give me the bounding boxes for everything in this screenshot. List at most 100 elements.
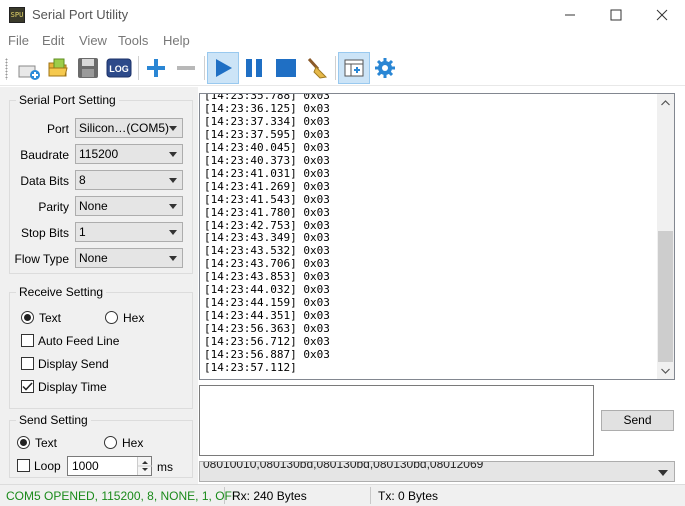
port-label: Port [46,122,69,136]
log-line: [14:23:36.125] 0x03 [204,101,330,115]
baudrate-value: 115200 [79,147,119,161]
send-text-radio[interactable] [17,436,30,449]
stopbits-value: 1 [79,225,86,239]
stepper-buttons[interactable] [137,457,152,475]
send-hex-radio[interactable] [104,436,117,449]
app-logo-icon: SPU [9,7,25,23]
send-input[interactable] [199,385,594,456]
receive-hex-radio[interactable] [105,311,118,324]
scroll-up-icon[interactable] [657,94,674,111]
new-icon [18,65,40,80]
log-line: [14:23:40.045] 0x03 [204,140,330,154]
log-line: [14:23:37.334] 0x03 [204,114,330,128]
port-select[interactable]: Silicon…(COM5) [75,118,183,138]
parity-select[interactable]: None [75,196,183,216]
receive-log-lines: [14:23:35.788] 0x03 [14:23:36.125] 0x03 [1… [204,94,330,375]
settings-panel: Serial Port Setting Port Silicon…(COM5) … [0,87,198,484]
pause-button[interactable] [238,52,270,84]
add-icon [147,59,165,77]
stepper-arrows-icon [138,461,152,471]
flowtype-value: None [79,251,108,265]
connection-status: COM5 OPENED, 115200, 8, NONE, 1, OFF [6,489,240,503]
send-history-value: 08010010,080130bd,080130bd,080130bd,0801… [203,461,484,471]
menu-help[interactable]: Help [163,33,190,48]
log-line: [14:23:41.031] 0x03 [204,166,330,180]
new-button[interactable] [12,52,44,84]
menu-file[interactable]: File [8,33,29,48]
baudrate-label: Baudrate [20,148,69,162]
remove-icon [177,66,195,70]
tx-count: Tx: 0 Bytes [378,489,439,503]
loop-interval-stepper[interactable]: 1000 [67,456,152,476]
save-button[interactable] [72,52,104,84]
log-button[interactable]: LOG [103,52,135,84]
send-button[interactable]: Send [601,410,674,431]
send-history-select[interactable]: 08010010,080130bd,080130bd,080130bd,0801… [199,461,675,482]
status-separator [224,487,225,504]
close-icon [656,9,668,21]
databits-label: Data Bits [20,174,69,188]
checkmark-icon [22,382,33,391]
chevron-down-icon [169,256,177,261]
settings-gear-icon [375,58,395,78]
port-value: Silicon…(COM5) [79,121,170,135]
menu-tools[interactable]: Tools [118,33,148,48]
log-line: [14:23:40.373] 0x03 [204,153,330,167]
layout-button[interactable] [338,52,370,84]
toolbar-grip[interactable] [5,58,8,80]
databits-select[interactable]: 8 [75,170,183,190]
group-title: Serial Port Setting [16,93,119,107]
loop-checkbox[interactable] [17,459,30,472]
log-line: [14:23:41.543] 0x03 [204,192,330,206]
interval-unit-label: ms [157,460,173,474]
receive-log-area[interactable]: [14:23:35.788] 0x03 [14:23:36.125] 0x03 [1… [199,93,675,380]
clear-button[interactable] [301,52,333,84]
close-button[interactable] [639,0,685,30]
loop-label: Loop [34,459,61,473]
chevron-down-icon [169,204,177,209]
flowtype-select[interactable]: None [75,248,183,268]
minimize-button[interactable] [547,0,593,30]
status-bar: COM5 OPENED, 115200, 8, NONE, 1, OFF Rx:… [0,484,685,506]
menu-view[interactable]: View [79,33,107,48]
stopbits-select[interactable]: 1 [75,222,183,242]
display-time-label: Display Time [38,380,107,394]
minimize-icon [565,14,575,16]
maximize-icon [610,9,622,21]
stop-button[interactable] [270,52,302,84]
group-title: Receive Setting [16,285,107,299]
loop-interval-value: 1000 [72,459,99,473]
log-line: [14:23:37.595] 0x03 [204,127,330,141]
chevron-down-icon [658,470,668,476]
receive-hex-label: Hex [123,311,145,325]
title-bar: SPU Serial Port Utility [0,0,685,30]
receive-text-radio[interactable] [21,311,34,324]
log-line: [14:23:41.269] 0x03 [204,179,330,193]
open-button[interactable] [42,52,74,84]
receive-scrollbar[interactable] [657,94,674,379]
display-time-checkbox[interactable] [21,380,34,393]
display-send-label: Display Send [38,357,109,371]
log-line: [14:23:57.112] [204,361,297,375]
scrollbar-thumb[interactable] [658,231,673,362]
databits-value: 8 [79,173,86,187]
scroll-down-icon[interactable] [657,362,674,379]
add-button[interactable] [140,52,172,84]
rx-count: Rx: 240 Bytes [232,489,307,503]
auto-feed-line-checkbox[interactable] [21,334,34,347]
maximize-button[interactable] [593,0,639,30]
layout-icon [344,59,364,77]
play-button[interactable] [207,52,239,84]
log-icon: LOG [106,58,132,78]
play-icon [216,59,232,77]
parity-label: Parity [38,200,69,214]
remove-button[interactable] [170,52,202,84]
chevron-down-icon [169,152,177,157]
chevron-down-icon [169,230,177,235]
baudrate-select[interactable]: 115200 [75,144,183,164]
serial-port-setting-group: Serial Port Setting Port Silicon…(COM5) … [9,93,193,274]
settings-button[interactable] [369,52,401,84]
chevron-down-icon [169,178,177,183]
menu-edit[interactable]: Edit [42,33,64,48]
display-send-checkbox[interactable] [21,357,34,370]
